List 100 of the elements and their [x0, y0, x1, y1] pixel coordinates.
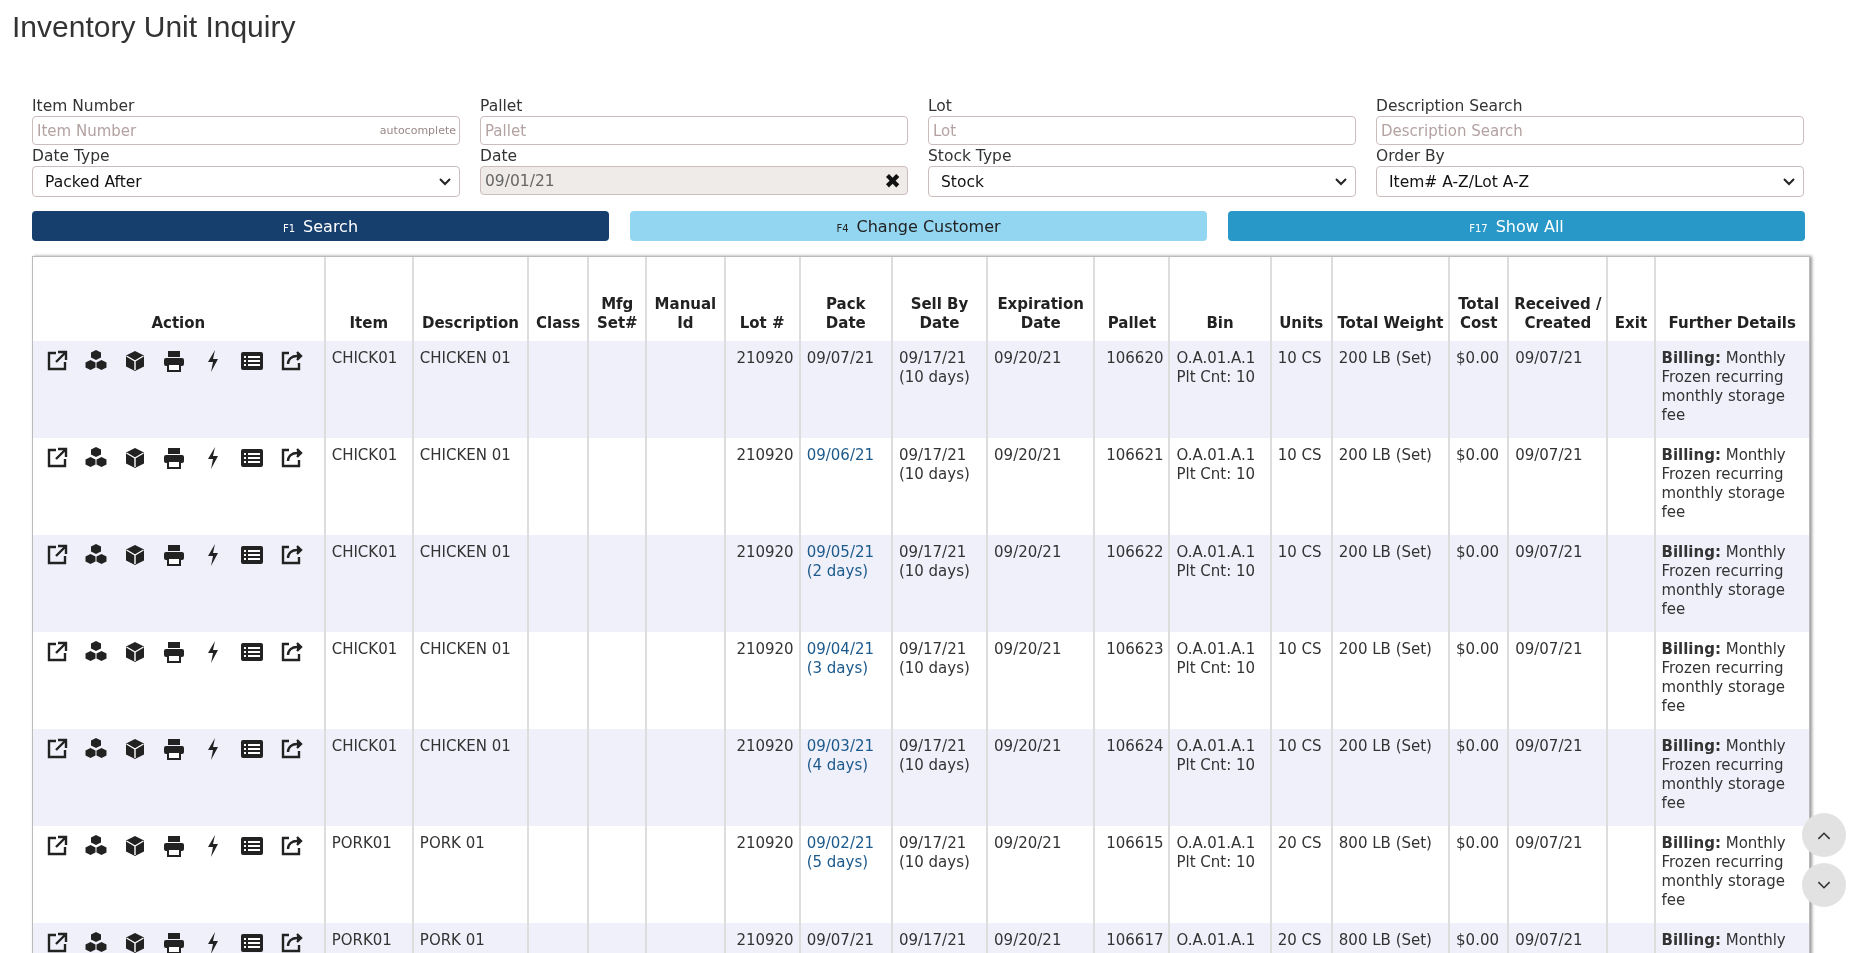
cubes-icon[interactable]	[84, 349, 108, 373]
chevron-down-icon	[1335, 177, 1347, 186]
cube-icon[interactable]	[123, 640, 147, 664]
table-cell: 09/07/21	[799, 341, 892, 438]
external-link-icon[interactable]	[45, 737, 69, 761]
text-field[interactable]: Pallet	[480, 116, 908, 145]
table-cell: 09/07/21	[1508, 341, 1608, 438]
table-cell: 09/07/21	[1508, 923, 1608, 953]
list-icon[interactable]	[240, 543, 264, 567]
list-icon[interactable]	[240, 349, 264, 373]
external-link-icon[interactable]	[45, 446, 69, 470]
date-field[interactable]: 09/01/21 ✖	[480, 166, 908, 195]
dropdown[interactable]: Stock	[928, 166, 1356, 197]
table-cell: 200 LB (Set)	[1331, 729, 1450, 826]
table-cell: 200 LB (Set)	[1331, 341, 1450, 438]
table-cell: 106617	[1094, 923, 1170, 953]
external-link-icon[interactable]	[45, 834, 69, 858]
share-icon[interactable]	[279, 349, 303, 373]
table-cell: 210920	[724, 923, 800, 953]
table-cell: $0.00	[1449, 923, 1509, 953]
table-cell: Billing: Monthly Frozen recurring monthly storage fee	[1654, 341, 1809, 438]
cube-icon[interactable]	[123, 349, 147, 373]
share-icon[interactable]	[279, 543, 303, 567]
pack-date-link[interactable]: 09/02/21 (5 days)	[806, 834, 886, 872]
external-link-icon[interactable]	[45, 349, 69, 373]
action-button[interactable]: F4 Change Customer	[630, 211, 1207, 241]
cube-icon[interactable]	[123, 737, 147, 761]
printer-icon[interactable]	[162, 349, 186, 373]
external-link-icon[interactable]	[45, 640, 69, 664]
table-cell: Billing: Monthly Frozen recurring monthly storage fee	[1654, 729, 1809, 826]
table-cell: 09/17/21 (10 days)	[891, 341, 988, 438]
cube-icon[interactable]	[123, 931, 147, 953]
share-icon[interactable]	[279, 446, 303, 470]
cubes-icon[interactable]	[84, 543, 108, 567]
table-cell: O.A.01.A.1 Plt Cnt: 10	[1169, 729, 1271, 826]
table-cell: 09/20/21	[987, 729, 1095, 826]
printer-icon[interactable]	[162, 834, 186, 858]
list-icon[interactable]	[240, 446, 264, 470]
table-cell: 09/20/21	[987, 535, 1095, 632]
cube-icon[interactable]	[123, 834, 147, 858]
table-cell: CHICKEN 01	[412, 729, 529, 826]
field-label: Date	[480, 147, 518, 166]
printer-icon[interactable]	[162, 640, 186, 664]
table-cell: 10 CS	[1270, 341, 1332, 438]
action-button[interactable]: F1 Search	[32, 211, 609, 241]
dropdown[interactable]: Packed After	[32, 166, 460, 197]
table-cell: 09/20/21	[987, 923, 1095, 953]
table-cell: 106624	[1094, 729, 1170, 826]
cube-icon[interactable]	[123, 446, 147, 470]
cubes-icon[interactable]	[84, 834, 108, 858]
printer-icon[interactable]	[162, 737, 186, 761]
table-cell: $0.00	[1449, 341, 1509, 438]
external-link-icon[interactable]	[45, 931, 69, 953]
clear-button[interactable]: ✖	[884, 168, 901, 193]
table-cell: 10 CS	[1270, 535, 1332, 632]
field-label: Lot	[928, 97, 952, 116]
table-cell: $0.00	[1449, 729, 1509, 826]
printer-icon[interactable]	[162, 543, 186, 567]
dropdown[interactable]: Item# A-Z/Lot A-Z	[1376, 166, 1804, 197]
share-icon[interactable]	[279, 737, 303, 761]
pack-date-link[interactable]: 09/06/21	[806, 446, 886, 465]
cubes-icon[interactable]	[84, 931, 108, 953]
share-icon[interactable]	[279, 640, 303, 664]
table-cell: 09/17/21 (10 days)	[891, 729, 988, 826]
table-cell: 09/07/21	[1508, 729, 1608, 826]
table-cell: 09/20/21	[987, 341, 1095, 438]
table-cell: 106620	[1094, 341, 1170, 438]
text-field[interactable]: Lot	[928, 116, 1356, 145]
field-label: Order By	[1376, 147, 1445, 166]
external-link-icon[interactable]	[45, 543, 69, 567]
table-cell: 200 LB (Set)	[1331, 535, 1450, 632]
cubes-icon[interactable]	[84, 640, 108, 664]
autocomplete-hint: autocomplete	[379, 124, 456, 137]
list-icon[interactable]	[240, 640, 264, 664]
table-cell: PORK 01	[412, 923, 529, 953]
table-cell: 09/07/21	[799, 923, 892, 953]
table-cell: CHICK01	[324, 341, 413, 438]
table-cell: 106622	[1094, 535, 1170, 632]
table-cell: O.A.01.A.1 Plt Cnt: 10	[1169, 535, 1271, 632]
printer-icon[interactable]	[162, 446, 186, 470]
cubes-icon[interactable]	[84, 446, 108, 470]
text-field[interactable]: Description Search	[1376, 116, 1804, 145]
cube-icon[interactable]	[123, 543, 147, 567]
printer-icon[interactable]	[162, 931, 186, 953]
table-cell: 20 CS	[1270, 923, 1332, 953]
table-cell: 09/17/21 (10 days)	[891, 535, 988, 632]
list-icon[interactable]	[240, 737, 264, 761]
list-icon[interactable]	[240, 834, 264, 858]
share-icon[interactable]	[279, 931, 303, 953]
share-icon[interactable]	[279, 834, 303, 858]
chevron-down-icon	[439, 177, 451, 186]
list-icon[interactable]	[240, 931, 264, 953]
field-label: Pallet	[480, 97, 523, 116]
field-label: Item Number	[32, 97, 135, 116]
chevron-up-icon	[1817, 830, 1831, 840]
pack-date-link[interactable]: 09/04/21 (3 days)	[806, 640, 886, 678]
field-label: Date Type	[32, 147, 110, 166]
cubes-icon[interactable]	[84, 737, 108, 761]
chevron-down-icon	[1817, 880, 1831, 890]
table-cell: 210920	[724, 729, 800, 826]
